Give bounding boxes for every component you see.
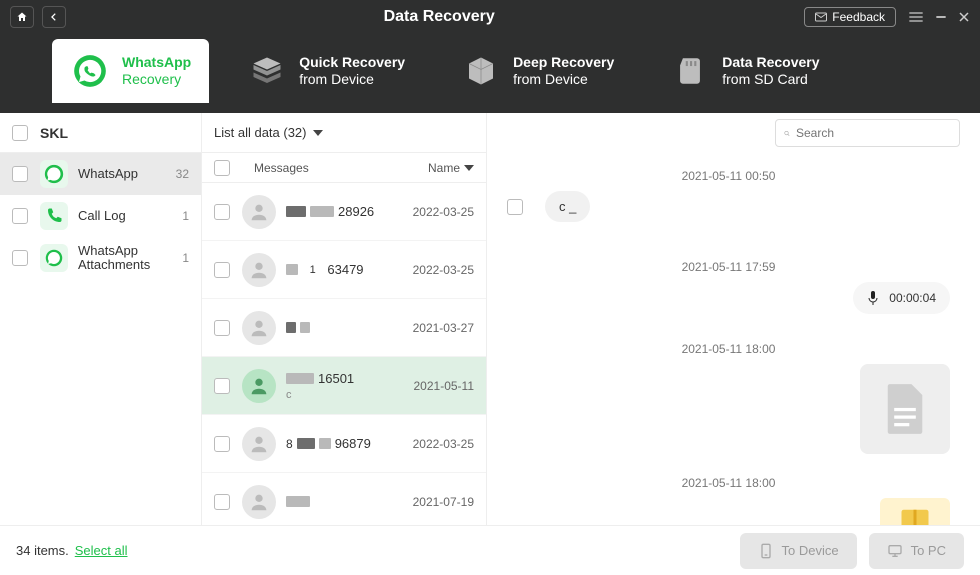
avatar	[242, 311, 276, 345]
message-row[interactable]: 28926 2022-03-25	[202, 183, 486, 241]
avatar	[242, 485, 276, 519]
row-date: 2021-05-11	[414, 379, 475, 393]
search-icon	[784, 127, 790, 140]
app-title: Data Recovery	[74, 8, 804, 26]
sidebar-item-whatsapp[interactable]: WhatsApp 32	[0, 153, 201, 195]
phone-icon	[40, 202, 68, 230]
attachment-icon	[40, 244, 68, 272]
zip-attachment[interactable]	[880, 498, 950, 525]
row-date: 2021-03-27	[413, 321, 474, 335]
search-input[interactable]	[796, 126, 951, 140]
avatar	[242, 427, 276, 461]
device-row[interactable]: SKL	[0, 113, 201, 153]
voice-message[interactable]: 00:00:04	[853, 282, 950, 314]
message-bubble: c _	[545, 191, 590, 222]
message-row[interactable]: 2021-07-19	[202, 473, 486, 525]
feedback-button[interactable]: Feedback	[804, 7, 896, 27]
row-checkbox[interactable]	[214, 494, 230, 510]
row-date: 2022-03-25	[413, 205, 474, 219]
sidebar-item-attachments[interactable]: WhatsApp Attachments 1	[0, 237, 201, 279]
close-icon[interactable]	[958, 11, 970, 23]
to-device-button[interactable]: To Device	[740, 533, 857, 569]
sidebar-item-count: 1	[182, 251, 189, 265]
avatar	[242, 195, 276, 229]
timestamp: 2021-05-11 17:59	[682, 260, 776, 274]
chevron-left-icon	[49, 12, 59, 22]
pc-export-icon	[887, 543, 903, 559]
document-icon	[883, 382, 927, 436]
sidebar-item-label: Call Log	[78, 209, 182, 223]
avatar	[242, 369, 276, 403]
row-checkbox[interactable]	[214, 378, 230, 394]
device-name: SKL	[40, 125, 68, 141]
timestamp: 2021-05-11 18:00	[682, 476, 776, 490]
chevron-down-icon	[313, 130, 323, 136]
chevron-down-icon	[464, 165, 474, 171]
item-checkbox[interactable]	[12, 166, 28, 182]
tab-quick-recovery[interactable]: Quick Recoveryfrom Device	[229, 39, 423, 103]
item-checkbox[interactable]	[12, 208, 28, 224]
sidebar-item-label: WhatsApp Attachments	[78, 244, 182, 273]
sd-card-icon	[670, 51, 710, 91]
row-checkbox[interactable]	[214, 262, 230, 278]
row-checkbox[interactable]	[214, 436, 230, 452]
mail-icon	[815, 12, 827, 22]
app-header: Data Recovery Feedback WhatsAppRecovery	[0, 0, 980, 113]
stack-icon	[247, 51, 287, 91]
feedback-label: Feedback	[832, 10, 885, 24]
row-date: 2022-03-25	[413, 263, 474, 277]
message-row[interactable]: 16501c 2021-05-11	[202, 357, 486, 415]
whatsapp-icon	[70, 51, 110, 91]
sidebar: SKL WhatsApp 32 Call Log 1	[0, 113, 202, 525]
item-count: 34 items.	[16, 543, 69, 558]
sidebar-item-count: 1	[182, 209, 189, 223]
bubble-checkbox[interactable]	[507, 199, 523, 215]
message-detail: 2021-05-11 00:50 c _ 2021-05-11 17:59 00…	[487, 113, 980, 525]
back-button[interactable]	[42, 6, 66, 28]
home-icon	[16, 11, 28, 23]
filter-bar[interactable]: List all data (32)	[202, 113, 486, 153]
device-export-icon	[758, 543, 774, 559]
tab-deep-recovery[interactable]: Deep Recoveryfrom Device	[443, 39, 632, 103]
list-header: Messages Name	[202, 153, 486, 183]
device-checkbox[interactable]	[12, 125, 28, 141]
col-messages: Messages	[254, 161, 428, 175]
row-checkbox[interactable]	[214, 204, 230, 220]
footer: 34 items. Select all To Device To PC	[0, 525, 980, 575]
box-icon	[461, 51, 501, 91]
message-list-panel: List all data (32) Messages Name 289	[202, 113, 487, 525]
minimize-icon[interactable]	[934, 10, 948, 24]
row-date: 2021-07-19	[413, 495, 474, 509]
timestamp: 2021-05-11 00:50	[682, 169, 776, 183]
search-box[interactable]	[775, 119, 960, 147]
mic-icon	[867, 290, 879, 306]
home-button[interactable]	[10, 6, 34, 28]
timestamp: 2021-05-11 18:00	[682, 342, 776, 356]
message-row[interactable]: 1 63479 2022-03-25	[202, 241, 486, 299]
item-checkbox[interactable]	[12, 250, 28, 266]
zip-icon	[900, 505, 930, 525]
message-row[interactable]: 896879 2022-03-25	[202, 415, 486, 473]
sidebar-item-call-log[interactable]: Call Log 1	[0, 195, 201, 237]
tab-whatsapp-recovery[interactable]: WhatsAppRecovery	[52, 39, 209, 103]
select-all-link[interactable]: Select all	[75, 543, 128, 558]
row-date: 2022-03-25	[413, 437, 474, 451]
sidebar-item-count: 32	[176, 167, 189, 181]
mode-tabs: WhatsAppRecovery Quick Recoveryfrom Devi…	[0, 33, 980, 103]
sidebar-item-label: WhatsApp	[78, 167, 176, 181]
to-pc-button[interactable]: To PC	[869, 533, 964, 569]
row-checkbox[interactable]	[214, 320, 230, 336]
whatsapp-small-icon	[40, 160, 68, 188]
menu-icon[interactable]	[908, 10, 924, 24]
avatar	[242, 253, 276, 287]
message-row[interactable]: 2021-03-27	[202, 299, 486, 357]
filter-label: List all data (32)	[214, 125, 307, 140]
document-attachment[interactable]	[860, 364, 950, 454]
voice-duration: 00:00:04	[889, 291, 936, 305]
tab-sd-card[interactable]: Data Recoveryfrom SD Card	[652, 39, 837, 103]
select-all-checkbox[interactable]	[214, 160, 230, 176]
sort-by-name[interactable]: Name	[428, 161, 474, 175]
